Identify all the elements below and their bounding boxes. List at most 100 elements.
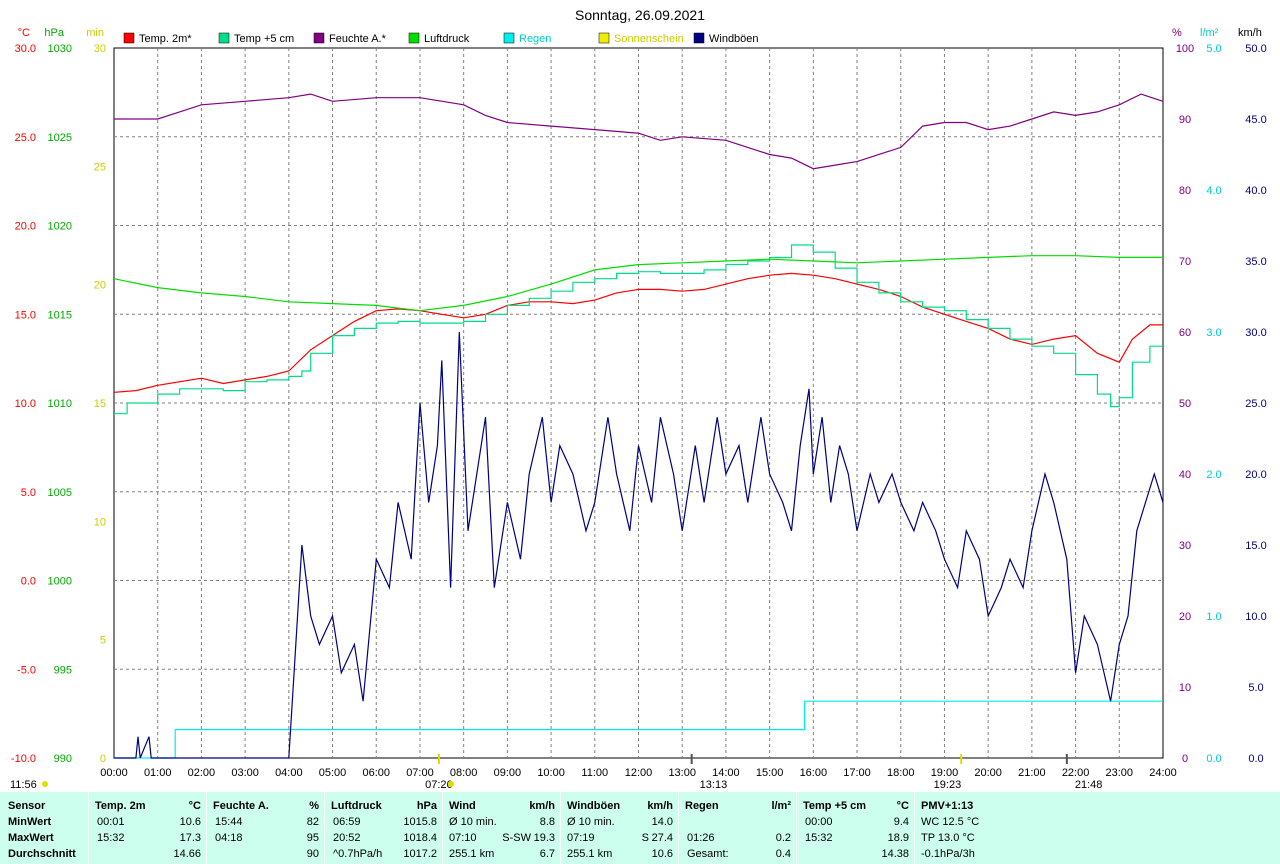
- tick-label-hum: 100: [1176, 43, 1194, 55]
- tick-label-press: 990: [54, 753, 72, 765]
- stats-time: ^0.7hPa/h: [333, 848, 383, 860]
- tick-label-x: 15:00: [756, 767, 784, 779]
- sunset-label: 19:23: [934, 779, 962, 791]
- stats-pmv-row: TP 13.0 °C: [921, 832, 975, 844]
- tick-label-x: 17:00: [843, 767, 871, 779]
- stats-value: 1015.8: [403, 816, 437, 828]
- tick-label-x: 09:00: [494, 767, 522, 779]
- tick-label-x: 01:00: [144, 767, 172, 779]
- tick-label-min: 10: [94, 516, 106, 528]
- tick-label-x: 13:00: [668, 767, 696, 779]
- stats-header: PMV+1:13: [921, 800, 974, 812]
- stats-value: 14.66: [173, 848, 201, 860]
- tick-label-press: 1025: [48, 132, 72, 144]
- tick-label-x: 18:00: [887, 767, 915, 779]
- stats-value: 14.0: [651, 816, 673, 828]
- chart-title: Sonntag, 26.09.2021: [575, 7, 705, 23]
- stats-time: 00:01: [97, 816, 125, 828]
- tick-label-wind: 15.0: [1245, 540, 1266, 552]
- tick-label-x: 19:00: [931, 767, 959, 779]
- stats-time: 15:32: [97, 832, 125, 844]
- stats-time: 15:44: [215, 816, 243, 828]
- noon-label: 13:13: [700, 779, 728, 791]
- tick-label-rain: 1.0: [1206, 611, 1221, 623]
- legend-swatch: [123, 32, 135, 44]
- stats-value: 1017.2: [403, 848, 437, 860]
- tick-label-x: 02:00: [188, 767, 216, 779]
- tick-label-hum: 50: [1179, 398, 1191, 410]
- axis-unit-min: min: [86, 27, 104, 39]
- stats-col-temp5: Temp +5 cm °C 00:00 9.4 15:32 18.9 14.38: [796, 792, 915, 864]
- sun-duration-label: 11:56: [10, 779, 37, 791]
- stats-col-hum: Feuchte A.% 15:44 82 04:18 95 90: [206, 792, 325, 864]
- legend-label: Sonnenschein: [614, 33, 684, 45]
- legend: Temp. 2m* Temp +5 cm Feuchte A.* Luftdruck R…: [123, 32, 759, 45]
- tick-label-x: 16:00: [800, 767, 828, 779]
- stats-unit: °C: [188, 800, 201, 812]
- tick-label-rain: 2.0: [1206, 469, 1221, 481]
- stats-header: Temp. 2m: [95, 800, 146, 812]
- tick-label-x: 21:00: [1018, 767, 1046, 779]
- sunrise-icon: [447, 781, 454, 787]
- stats-time: 07:19: [567, 832, 595, 844]
- stats-value: 8.8: [539, 816, 555, 828]
- tick-label-temp: 0.0: [21, 576, 36, 588]
- legend-label: Temp +5 cm: [234, 33, 294, 45]
- stats-pmv-row: -0.1hPa/3h: [921, 848, 975, 860]
- stats-header: Luftdruck: [331, 800, 382, 812]
- tick-label-temp: 30.0: [15, 43, 36, 55]
- series-windb-en: [114, 331, 1164, 759]
- tick-label-rain: 5.0: [1206, 43, 1221, 55]
- tick-label-hum: 70: [1179, 256, 1191, 268]
- stats-row-label: Durchschnitt: [8, 848, 76, 860]
- stats-value: 0.2: [775, 832, 791, 844]
- tick-label-hum: 80: [1179, 185, 1191, 197]
- tick-label-rain: 4.0: [1206, 185, 1221, 197]
- tick-label-min: 5: [100, 635, 106, 647]
- tick-label-hum: 60: [1179, 327, 1191, 339]
- tick-label-min: 15: [94, 398, 106, 410]
- tick-label-press: 1000: [48, 576, 72, 588]
- tick-label-min: 30: [94, 43, 106, 55]
- tick-label-x: 04:00: [275, 767, 303, 779]
- stats-value: 14.38: [881, 848, 909, 860]
- legend-swatch: [598, 32, 610, 44]
- stats-unit: l/m²: [771, 800, 791, 812]
- stats-value: 6.7: [539, 848, 555, 860]
- stats-time: 07:10: [449, 832, 477, 844]
- tick-label-wind: 20.0: [1245, 469, 1266, 481]
- stats-time: 255.1 km: [449, 848, 495, 860]
- stats-row-label: MaxWert: [8, 832, 54, 844]
- tick-label-temp: 5.0: [21, 487, 36, 499]
- stats-header: Feuchte A.: [213, 800, 269, 812]
- stats-col-press: Luftdruck hPa 06:59 1015.8 20:52 1018.4 ^0.7hP…: [324, 792, 443, 864]
- tick-label-min: 25: [94, 161, 106, 173]
- tick-label-wind: 50.0: [1245, 43, 1266, 55]
- tick-label-press: 1015: [48, 309, 72, 321]
- legend-label: Luftdruck: [424, 33, 470, 45]
- axis-unit-hum: %: [1172, 27, 1182, 39]
- tick-label-x: 00:00: [100, 767, 128, 779]
- stats-header: Windböen: [567, 800, 621, 812]
- tick-label-x: 22:00: [1062, 767, 1090, 779]
- tick-label-x: 12:00: [625, 767, 653, 779]
- stats-col-pmv: PMV+1:13 WC 12.5 °C TP 13.0 °C -0.1hPa/3h: [914, 792, 1280, 864]
- stats-time: Ø 10 min.: [567, 816, 615, 828]
- stats-value: 95: [306, 832, 319, 844]
- stats-time: Gesamt:: [687, 848, 729, 860]
- stats-value: 18.9: [887, 832, 909, 844]
- stats-time: 15:32: [805, 832, 833, 844]
- tick-label-temp: 15.0: [15, 309, 36, 321]
- tick-label-temp: 25.0: [15, 132, 36, 144]
- tick-label-wind: 25.0: [1245, 398, 1266, 410]
- stats-value: 9.4: [893, 816, 909, 828]
- stats-unit: hPa: [416, 800, 437, 812]
- moon-label: 21:48: [1075, 779, 1103, 791]
- tick-label-wind: 45.0: [1245, 114, 1266, 126]
- tick-label-x: 06:00: [362, 767, 390, 779]
- tick-label-x: 05:00: [319, 767, 347, 779]
- stats-unit: km/h: [529, 800, 555, 812]
- axis-unit-temp: °C: [18, 27, 30, 39]
- tick-label-rain: 3.0: [1206, 327, 1221, 339]
- stats-pmv-row: WC 12.5 °C: [921, 816, 980, 828]
